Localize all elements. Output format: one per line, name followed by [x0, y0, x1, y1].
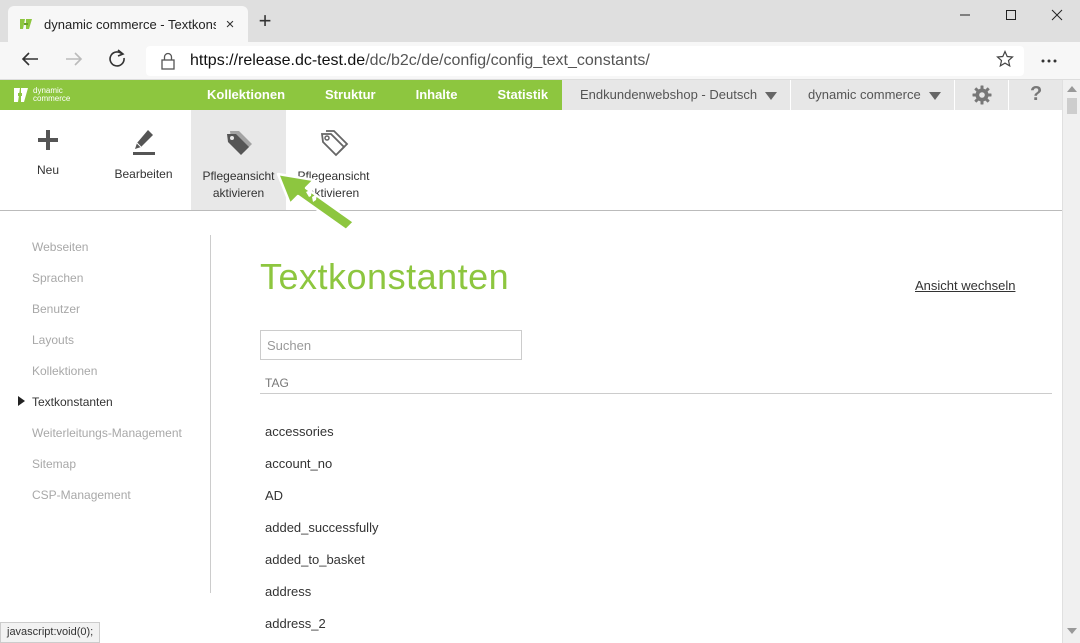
sidebar-item-sprachen[interactable]: Sprachen: [32, 271, 83, 285]
switch-view-link[interactable]: Ansicht wechseln: [915, 278, 1015, 293]
window-close-button[interactable]: [1034, 4, 1080, 30]
help-icon[interactable]: ?: [1030, 83, 1042, 106]
new-tab-button[interactable]: +: [254, 10, 276, 34]
nav-item-struktur[interactable]: Struktur: [305, 80, 396, 110]
browser-menu-icon[interactable]: [1040, 58, 1058, 64]
minimize-button[interactable]: [942, 4, 988, 30]
status-bar: javascript:void(0);: [0, 622, 101, 643]
shop-select[interactable]: Endkundenwebshop - Deutsch: [580, 80, 778, 110]
header-right-area: Endkundenwebshop - Deutsch dynamic comme…: [562, 80, 1062, 110]
nav-item-statistik[interactable]: Statistik: [477, 80, 568, 110]
table-row[interactable]: address: [265, 584, 311, 599]
new-button-label: Neu: [36, 163, 59, 177]
nav-item-inhalte[interactable]: Inhalte: [396, 80, 478, 110]
gear-icon[interactable]: [972, 85, 992, 105]
url-field[interactable]: https://release.dc-test.de/dc/b2c/de/con…: [146, 46, 1024, 76]
caret-right-icon: [18, 396, 25, 406]
window-close-icon: [1051, 9, 1063, 21]
sidebar-item-kollektionen[interactable]: Kollektionen: [32, 364, 97, 378]
nav-item-kollektionen[interactable]: Kollektionen: [187, 80, 305, 110]
forward-arrow-icon: [66, 52, 83, 66]
back-button[interactable]: [16, 48, 44, 74]
activate-label-line-1: Pflegeansicht: [202, 169, 275, 183]
dc-logo[interactable]: dynamic commerce: [12, 86, 70, 104]
chevron-down-icon: [765, 91, 778, 100]
tenant-select-value: dynamic commerce: [808, 87, 921, 102]
table-row[interactable]: added_to_basket: [265, 552, 365, 567]
edit-button[interactable]: Bearbeiten: [96, 110, 191, 210]
activate-label-line-2: aktivieren: [212, 186, 265, 200]
sidebar-item-textkonstanten[interactable]: Textkonstanten: [18, 395, 113, 409]
tab-strip: dynamic commerce - Textkonstanten × +: [0, 0, 1080, 42]
sidebar-divider: [210, 235, 211, 593]
scrollbar-thumb[interactable]: [1067, 98, 1077, 114]
tags-filled-icon: [226, 131, 252, 155]
tab-title: dynamic commerce - Textkonstanten: [44, 16, 216, 32]
sidebar-item-layouts[interactable]: Layouts: [32, 333, 74, 347]
highlight-arrow-icon: [276, 172, 356, 232]
scroll-down-icon[interactable]: [1067, 628, 1077, 634]
plus-icon: [38, 130, 58, 150]
header-divider: [790, 80, 791, 110]
action-toolbar: Neu Bearbeiten Pflegeansicht aktivieren: [0, 110, 1062, 211]
tenant-select[interactable]: dynamic commerce: [808, 80, 941, 110]
sidebar-item-webseiten[interactable]: Webseiten: [32, 240, 88, 254]
activate-maintenance-view-button[interactable]: Pflegeansicht aktivieren: [191, 110, 286, 210]
sidebar-item-weiterleitungs-management[interactable]: Weiterleitungs-Management: [32, 426, 182, 440]
edit-button-label: Bearbeiten: [114, 167, 173, 181]
page-title: Textkonstanten: [260, 256, 510, 297]
vertical-scrollbar[interactable]: [1062, 80, 1080, 643]
logo-text: dynamic commerce: [33, 87, 70, 103]
forward-button[interactable]: [60, 48, 88, 74]
table-row[interactable]: added_successfully: [265, 520, 378, 535]
sidebar-item-benutzer[interactable]: Benutzer: [32, 302, 80, 316]
browser-window: dynamic commerce - Textkonstanten × + ht…: [0, 0, 1080, 643]
shop-select-value: Endkundenwebshop - Deutsch: [580, 87, 758, 102]
sidebar-item-sitemap[interactable]: Sitemap: [32, 457, 76, 471]
url-text: https://release.dc-test.de/dc/b2c/de/con…: [190, 52, 650, 70]
header-divider: [954, 80, 955, 110]
chevron-down-icon: [928, 91, 941, 100]
reload-button[interactable]: [103, 48, 131, 74]
header-divider-line: [260, 393, 1052, 394]
new-button[interactable]: Neu: [0, 110, 96, 210]
minimize-icon: [960, 14, 970, 16]
url-host: https://release.dc-test.de: [190, 52, 366, 69]
sidebar-item-label: Textkonstanten: [32, 395, 113, 409]
reload-icon: [109, 49, 125, 67]
sidebar-item-csp-management[interactable]: CSP-Management: [32, 488, 131, 502]
tags-outline-icon: [320, 130, 348, 157]
search-input[interactable]: [260, 330, 522, 360]
table-row[interactable]: AD: [265, 488, 283, 503]
column-header-tag[interactable]: TAG: [265, 376, 289, 390]
dc-logo-icon: [14, 88, 28, 102]
tab-close-icon[interactable]: ×: [222, 16, 238, 33]
table-row[interactable]: address_2: [265, 616, 326, 631]
table-row[interactable]: accessories: [265, 424, 334, 439]
browser-tab[interactable]: dynamic commerce - Textkonstanten ×: [8, 6, 248, 42]
config-sidebar: Webseiten Sprachen Benutzer Layouts Koll…: [0, 211, 211, 643]
back-arrow-icon: [21, 52, 38, 66]
maximize-button[interactable]: [988, 4, 1034, 30]
scroll-up-icon[interactable]: [1067, 86, 1077, 92]
lock-icon: [161, 52, 175, 70]
maximize-icon: [1006, 10, 1016, 20]
main-nav: Kollektionen Struktur Inhalte Statistik: [187, 80, 568, 110]
url-path: /dc/b2c/de/config/config_text_constants/: [365, 52, 650, 69]
favicon-icon: [20, 19, 32, 29]
favorite-star-icon[interactable]: [996, 50, 1014, 68]
pencil-icon: [132, 130, 155, 155]
logo-text-line-2: commerce: [33, 94, 71, 103]
header-divider: [1008, 80, 1009, 110]
address-bar-row: https://release.dc-test.de/dc/b2c/de/con…: [0, 42, 1080, 80]
activate-maintenance-view-label: Pflegeansicht aktivieren: [191, 168, 286, 202]
table-row[interactable]: account_no: [265, 456, 332, 471]
